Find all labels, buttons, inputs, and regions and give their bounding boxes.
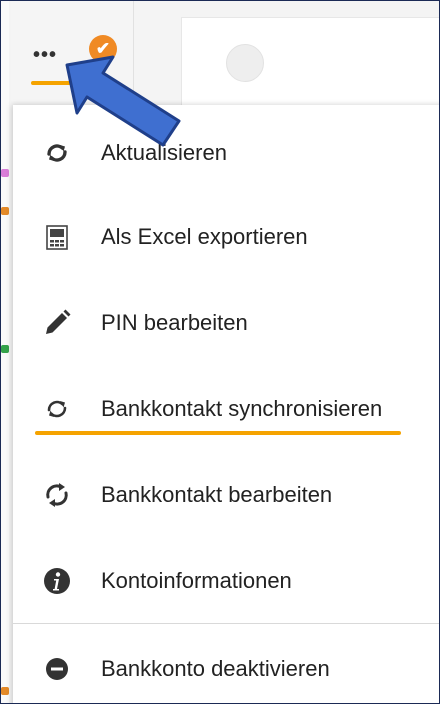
- minus-circle-icon: [41, 653, 73, 685]
- menu-divider: [13, 623, 439, 624]
- status-marker: [1, 207, 9, 215]
- menu-item-sync-bank-contact[interactable]: Bankkontakt synchronisieren: [13, 367, 439, 451]
- app-window: ••• ✔ Aktualisieren Als Excel exportiere…: [0, 0, 440, 704]
- menu-item-label: Als Excel exportieren: [101, 224, 308, 249]
- menu-item-label: PIN bearbeiten: [101, 310, 248, 335]
- sync-icon: [41, 393, 73, 425]
- menu-item-label: Bankkonto deaktivieren: [101, 656, 330, 681]
- highlight-underline: [35, 431, 401, 435]
- pointer-arrow-annotation: [65, 55, 181, 147]
- next-tab[interactable]: [181, 17, 439, 107]
- arrows-sync-icon: [41, 479, 73, 511]
- status-marker: [1, 169, 9, 177]
- status-marker: [1, 687, 9, 695]
- info-icon: [41, 565, 73, 597]
- menu-item-export-excel[interactable]: Als Excel exportieren: [13, 195, 439, 279]
- menu-item-label: Bankkontakt bearbeiten: [101, 482, 333, 507]
- menu-item-deactivate-account[interactable]: Bankkonto deaktivieren: [13, 627, 439, 703]
- menu-item-edit-bank-contact[interactable]: Bankkontakt bearbeiten: [13, 453, 439, 537]
- background-left-strip: [1, 1, 9, 703]
- menu-item-account-info[interactable]: Kontoinformationen: [13, 539, 439, 623]
- menu-item-label: Kontoinformationen: [101, 568, 292, 593]
- more-options-icon[interactable]: •••: [33, 45, 57, 65]
- menu-item-edit-pin[interactable]: PIN bearbeiten: [13, 281, 439, 365]
- menu-item-label: Bankkontakt synchronisieren: [101, 396, 383, 421]
- context-menu: Aktualisieren Als Excel exportieren PIN …: [13, 105, 439, 703]
- status-marker: [1, 345, 9, 353]
- pencil-icon: [41, 307, 73, 339]
- excel-icon: [41, 221, 73, 253]
- avatar-placeholder: [226, 44, 264, 82]
